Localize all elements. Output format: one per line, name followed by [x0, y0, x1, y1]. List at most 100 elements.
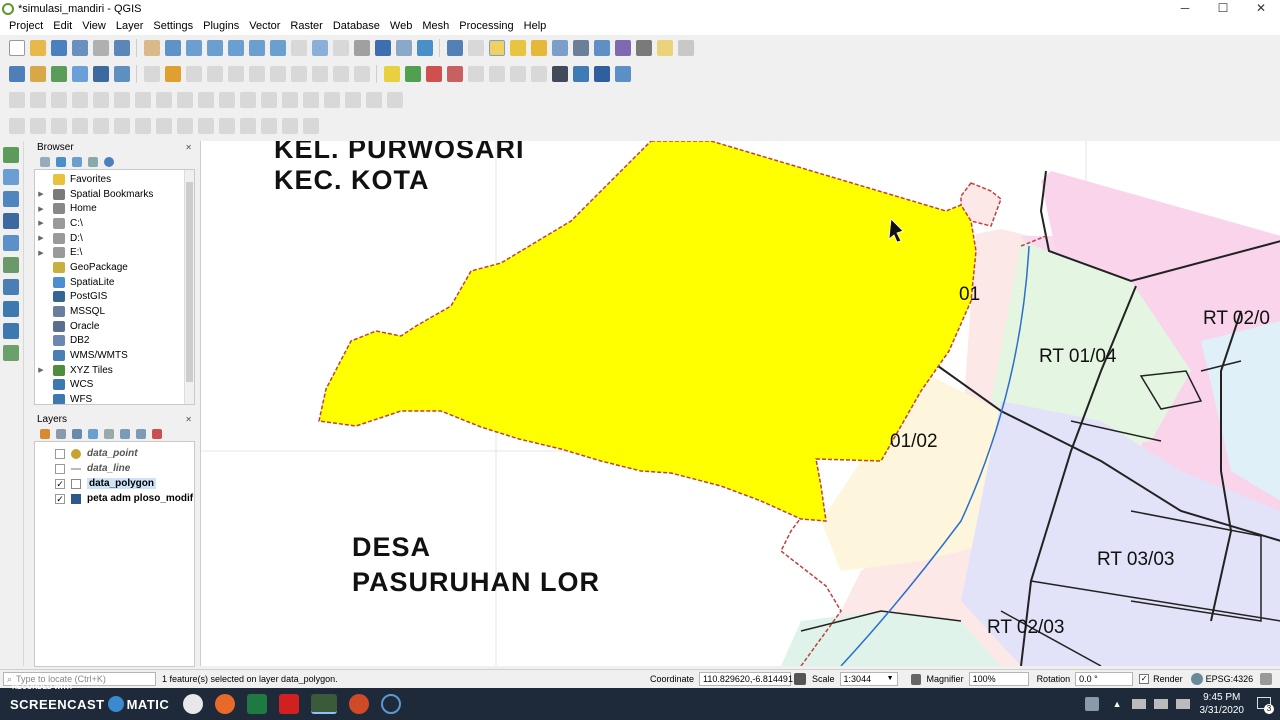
- expand-arrow-icon[interactable]: ▶: [35, 190, 47, 198]
- browser-item[interactable]: ▶ E:\: [35, 245, 194, 260]
- expand-all-icon[interactable]: [120, 428, 130, 439]
- crs-label[interactable]: EPSG:4326: [1206, 674, 1254, 684]
- browser-tree[interactable]: Favorites ▶ Spatial Bookmarks ▶ Home ▶ C:\ ▶ D:\…: [34, 169, 195, 405]
- actions-icon[interactable]: [467, 40, 484, 56]
- expand-arrow-icon[interactable]: ▶: [35, 234, 47, 242]
- layer-visibility-checkbox[interactable]: [55, 448, 65, 459]
- menu-raster[interactable]: Raster: [285, 18, 327, 35]
- browser-item[interactable]: ▶ XYZ Tiles: [35, 363, 194, 378]
- split-parts-icon[interactable]: [197, 92, 214, 108]
- diagram-icon[interactable]: [425, 66, 442, 82]
- style-manager-icon[interactable]: [113, 40, 130, 56]
- scale-feature-icon[interactable]: [365, 92, 382, 108]
- shape-digitize-icon[interactable]: [8, 118, 25, 134]
- people-icon[interactable]: [1084, 697, 1099, 711]
- browser-item[interactable]: WCS: [35, 378, 194, 393]
- add-feature-icon[interactable]: [206, 66, 223, 82]
- style-panel-icon[interactable]: [40, 428, 50, 439]
- select-features-icon[interactable]: [488, 40, 505, 56]
- scale-field[interactable]: 1:3044 ▼: [839, 672, 898, 686]
- add-vector-icon[interactable]: [3, 147, 19, 163]
- browser-item[interactable]: GeoPackage: [35, 260, 194, 275]
- add-vector-layer-icon[interactable]: [50, 66, 67, 82]
- collapse-all-icon[interactable]: [88, 156, 98, 167]
- add-group-icon[interactable]: [56, 428, 66, 439]
- merge-attributes-icon[interactable]: [239, 92, 256, 108]
- measure-icon[interactable]: [635, 40, 652, 56]
- layer-item[interactable]: ✓ peta adm ploso_modif: [35, 491, 194, 506]
- expand-arrow-icon[interactable]: ▶: [35, 205, 47, 213]
- split-features-icon[interactable]: [176, 92, 193, 108]
- chrome-icon[interactable]: [183, 694, 204, 714]
- identify-icon[interactable]: [446, 40, 463, 56]
- add-raster-icon[interactable]: [3, 169, 19, 185]
- manage-theme-icon[interactable]: [72, 428, 82, 439]
- menu-project[interactable]: Project: [4, 18, 48, 35]
- current-edits-icon[interactable]: [143, 66, 160, 82]
- ellipse-tool-icon[interactable]: [50, 118, 67, 134]
- pin-label-icon[interactable]: [302, 118, 319, 134]
- browser-scrollbar[interactable]: [184, 170, 194, 404]
- acrobat-icon[interactable]: [279, 694, 300, 714]
- label-show-hide-icon[interactable]: [509, 66, 526, 82]
- chevron-up-icon[interactable]: ▲: [1113, 699, 1122, 709]
- browser-item[interactable]: DB2: [35, 334, 194, 349]
- layer-item[interactable]: data_line: [35, 461, 194, 476]
- python-console-icon[interactable]: [572, 66, 589, 82]
- digitize-icon[interactable]: [8, 92, 25, 108]
- map-canvas[interactable]: KEL. PURWOSARI KEC. KOTA DESA PASURUHAN …: [200, 141, 1280, 666]
- copy-features-icon[interactable]: [290, 66, 307, 82]
- add-delimited-text-icon[interactable]: [113, 66, 130, 82]
- add-part-icon[interactable]: [50, 92, 67, 108]
- add-wms-icon[interactable]: [3, 279, 19, 295]
- filter-expression-icon[interactable]: [104, 428, 114, 439]
- layer-symbol-icon[interactable]: [71, 467, 81, 470]
- cut-features-icon[interactable]: [269, 66, 286, 82]
- minimize-button[interactable]: ─: [1166, 0, 1204, 18]
- menu-vector[interactable]: Vector: [244, 18, 285, 35]
- zoom-last-icon[interactable]: [311, 40, 328, 56]
- collapse-layers-icon[interactable]: [136, 428, 146, 439]
- expand-arrow-icon[interactable]: ▶: [35, 219, 47, 227]
- browser-item[interactable]: Favorites: [35, 172, 194, 187]
- recorder-icon[interactable]: [381, 694, 402, 714]
- layer-item[interactable]: ✓ data_polygon: [35, 476, 194, 491]
- zoom-next-icon[interactable]: [332, 40, 349, 56]
- snapping-icon[interactable]: [155, 118, 172, 134]
- label-rotate-icon[interactable]: [467, 66, 484, 82]
- browser-item[interactable]: ▶ D:\: [35, 231, 194, 246]
- move-feature-icon[interactable]: [386, 92, 403, 108]
- render-checkbox[interactable]: ✓: [1139, 674, 1150, 684]
- data-source-manager-icon[interactable]: [8, 66, 25, 82]
- merge-features-icon[interactable]: [218, 92, 235, 108]
- magnifier-field[interactable]: 100%: [968, 672, 1029, 686]
- label-pin-icon[interactable]: [404, 66, 421, 82]
- rotate-point-icon[interactable]: [260, 92, 277, 108]
- pan-to-selection-icon[interactable]: [164, 40, 181, 56]
- browser-item[interactable]: WFS: [35, 392, 194, 404]
- add-layer-icon[interactable]: [40, 156, 50, 167]
- plugin-icon[interactable]: [614, 66, 631, 82]
- browser-item[interactable]: WMS/WMTS: [35, 348, 194, 363]
- firefox-icon[interactable]: [215, 694, 236, 714]
- tracing-icon[interactable]: [176, 118, 193, 134]
- messages-icon[interactable]: [1260, 673, 1273, 685]
- refresh-browser-icon[interactable]: [56, 156, 66, 167]
- save-as-icon[interactable]: [71, 40, 88, 56]
- open-attribute-table-icon[interactable]: [509, 40, 526, 56]
- redo-icon[interactable]: [353, 66, 370, 82]
- deselect-icon[interactable]: [530, 40, 547, 56]
- add-mesh-icon[interactable]: [3, 191, 19, 207]
- layer-symbol-icon[interactable]: [71, 448, 81, 459]
- menu-view[interactable]: View: [77, 18, 111, 35]
- layer-item[interactable]: data_point: [35, 446, 194, 461]
- clock[interactable]: 9:45 PM 3/31/2020: [1200, 691, 1245, 717]
- volume-icon[interactable]: [1175, 699, 1190, 709]
- notification-center[interactable]: 3: [1254, 694, 1274, 714]
- menu-web[interactable]: Web: [385, 18, 417, 35]
- add-wfs-icon[interactable]: [3, 323, 19, 339]
- zoom-out-icon[interactable]: [206, 40, 223, 56]
- powerpoint-icon[interactable]: [349, 694, 370, 714]
- layer-visibility-checkbox[interactable]: ✓: [55, 478, 65, 489]
- toolbox-icon[interactable]: [593, 40, 610, 56]
